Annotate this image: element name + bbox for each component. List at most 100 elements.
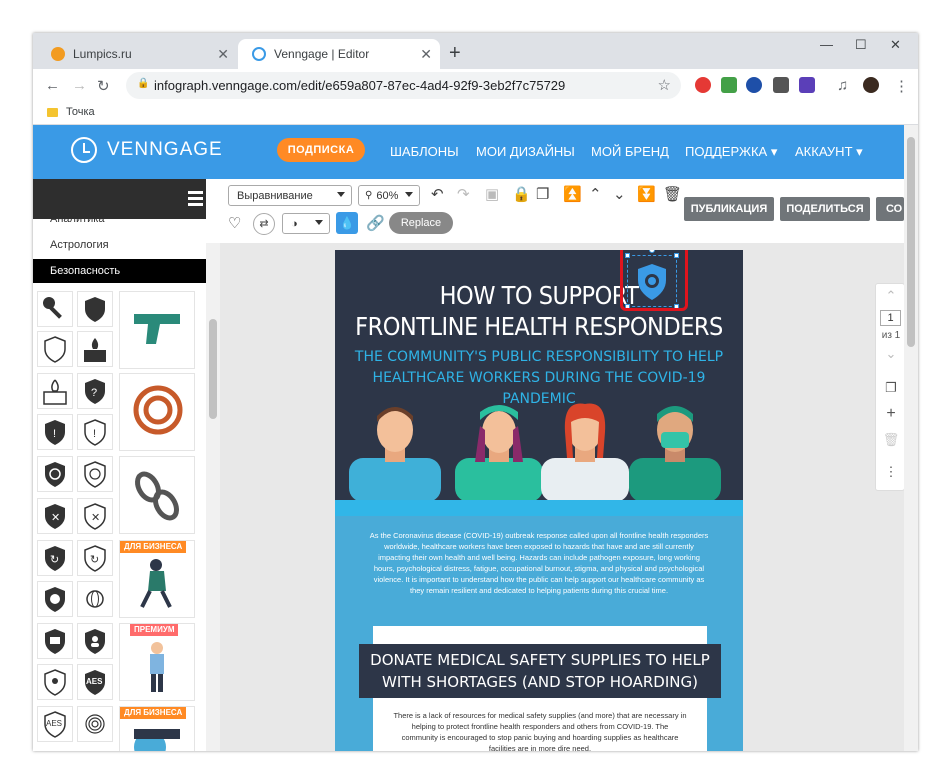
- shield-alert-outline-icon[interactable]: !: [77, 414, 113, 450]
- redo-icon[interactable]: ↷: [457, 185, 470, 203]
- link-icon[interactable]: 🔗: [366, 214, 385, 232]
- bring-to-front-icon[interactable]: ⏫: [563, 185, 582, 203]
- nav-my-designs[interactable]: МОИ ДИЗАЙНЫ: [476, 144, 575, 159]
- category-security[interactable]: Безопасность: [33, 259, 206, 283]
- globe-extension-icon[interactable]: [746, 77, 762, 93]
- media-icon[interactable]: ♫: [837, 77, 848, 94]
- globe-icon[interactable]: [77, 581, 113, 617]
- shield-user-icon[interactable]: [77, 623, 113, 659]
- swap-icon[interactable]: ⇄: [253, 213, 275, 235]
- move-down-icon[interactable]: ⌄: [613, 185, 626, 203]
- move-up-icon[interactable]: ⌃: [589, 185, 602, 203]
- minimize-icon[interactable]: —: [820, 37, 833, 52]
- nav-account[interactable]: АККАУНТ ▾: [795, 144, 863, 160]
- page-number-input[interactable]: 1: [880, 310, 901, 326]
- zoom-select[interactable]: ⚲ 60%: [358, 185, 420, 206]
- sidebar-scrollbar[interactable]: [206, 179, 220, 751]
- shield-block-icon[interactable]: [37, 456, 73, 492]
- pistol-icon[interactable]: [119, 291, 195, 369]
- shield-alert-icon[interactable]: !: [37, 414, 73, 450]
- bookmark-star-icon[interactable]: ☆: [658, 76, 671, 94]
- poster-banner[interactable]: DONATE MEDICAL SAFETY SUPPLIES TO HELP W…: [359, 644, 721, 698]
- avatar[interactable]: [863, 77, 879, 93]
- undo-icon[interactable]: ↶: [431, 185, 444, 203]
- security-screen-illustration[interactable]: ДЛЯ БИЗНЕСА: [119, 706, 195, 751]
- thief-illustration[interactable]: ДЛЯ БИЗНЕСА: [119, 540, 195, 618]
- send-to-back-icon[interactable]: ⏬: [637, 185, 656, 203]
- replace-button[interactable]: Replace: [389, 212, 453, 234]
- tab-venngage[interactable]: Venngage | Editor ✕: [238, 39, 440, 69]
- shield-aes-icon[interactable]: AES: [77, 664, 113, 700]
- fingerprint-icon[interactable]: [77, 706, 113, 742]
- shield-card-icon[interactable]: [37, 623, 73, 659]
- venngage-favicon-icon: [252, 47, 266, 61]
- lock-icon[interactable]: 🔒: [512, 185, 531, 203]
- heart-icon[interactable]: ♡: [228, 214, 241, 232]
- page-down-icon[interactable]: ⌄: [876, 346, 906, 362]
- category-analytics[interactable]: Аналитика: [33, 219, 206, 231]
- firewall-outline-icon[interactable]: [37, 373, 73, 409]
- share-button[interactable]: ПОДЕЛИТЬСЯ: [780, 197, 870, 221]
- shield-aes-outline-icon[interactable]: AES: [37, 706, 73, 742]
- forward-icon[interactable]: →: [72, 77, 87, 94]
- cube-extension-icon[interactable]: [773, 77, 789, 93]
- close-icon[interactable]: ✕: [420, 46, 432, 63]
- scroll-thumb[interactable]: [209, 319, 217, 419]
- tab-lumpics[interactable]: Lumpics.ru ✕: [37, 39, 237, 69]
- shield-refresh-outline-icon[interactable]: ↻: [77, 540, 113, 576]
- back-icon[interactable]: ←: [45, 77, 60, 94]
- more-button[interactable]: СО: [876, 197, 904, 221]
- venngage-logo[interactable]: VENNGAGE: [71, 137, 223, 163]
- copy-page-icon[interactable]: ❐: [876, 380, 906, 396]
- shield-x-outline-icon[interactable]: ✕: [77, 498, 113, 534]
- url-input[interactable]: 🔒 infograph.venngage.com/edit/e659a807-8…: [126, 72, 681, 99]
- new-tab-icon[interactable]: +: [449, 42, 461, 65]
- nav-templates[interactable]: ШАБЛОНЫ: [390, 144, 459, 159]
- page-scrollbar[interactable]: [904, 125, 918, 751]
- bookmark-item[interactable]: Точка: [47, 106, 95, 118]
- hamburger-icon[interactable]: [188, 191, 203, 194]
- color-drop-icon[interactable]: 💧: [336, 212, 358, 234]
- ad-extension-icon[interactable]: [799, 77, 815, 93]
- crop-icon[interactable]: ▣: [485, 185, 499, 203]
- fire-hose-icon[interactable]: [119, 373, 195, 451]
- shield-user-outline-icon[interactable]: [37, 664, 73, 700]
- adblock-extension-icon[interactable]: [695, 77, 711, 93]
- shield-refresh-icon[interactable]: ↻: [37, 540, 73, 576]
- shield-globe-icon[interactable]: [37, 581, 73, 617]
- maximize-icon[interactable]: ☐: [855, 37, 867, 53]
- subscribe-button[interactable]: ПОДПИСКА: [277, 138, 365, 162]
- contrast-select[interactable]: ◑: [282, 213, 330, 234]
- security-guard-illustration[interactable]: ПРЕМИУМ: [119, 623, 195, 701]
- shield-x-icon[interactable]: ✕: [37, 498, 73, 534]
- handcuffs-icon[interactable]: [119, 456, 195, 534]
- key-icon[interactable]: [37, 291, 73, 327]
- close-icon[interactable]: ✕: [217, 46, 229, 63]
- delete-page-icon[interactable]: 🗑: [876, 432, 906, 448]
- check-extension-icon[interactable]: [721, 77, 737, 93]
- page-up-icon[interactable]: ⌃: [876, 288, 906, 304]
- align-select[interactable]: Выравнивание: [228, 185, 352, 206]
- delete-icon[interactable]: 🗑: [663, 185, 682, 203]
- nav-support[interactable]: ПОДДЕРЖКА ▾: [685, 144, 777, 160]
- shield-block-outline-icon[interactable]: [77, 456, 113, 492]
- editor-canvas[interactable]: HOW TO SUPPORT FRONTLINE HEALTH RESPONDE…: [220, 243, 904, 751]
- scroll-thumb[interactable]: [907, 137, 915, 347]
- infographic-poster[interactable]: HOW TO SUPPORT FRONTLINE HEALTH RESPONDE…: [335, 250, 743, 751]
- category-astrology[interactable]: Астрология: [33, 233, 206, 257]
- shield-outline-icon[interactable]: [37, 331, 73, 367]
- add-page-icon[interactable]: +: [876, 405, 906, 423]
- shield-question-icon[interactable]: ?: [77, 373, 113, 409]
- shield-icon[interactable]: [77, 291, 113, 327]
- health-workers-illustration[interactable]: [335, 400, 743, 502]
- menu-icon[interactable]: ⋮: [894, 77, 909, 95]
- poster-intro-text[interactable]: As the Coronavirus disease (COVID-19) ou…: [369, 530, 709, 596]
- more-options-icon[interactable]: ⋮: [876, 464, 906, 480]
- nav-my-brand[interactable]: МОЙ БРЕНД: [591, 144, 669, 159]
- poster-card-text[interactable]: There is a lack of resources for medical…: [393, 710, 687, 751]
- reload-icon[interactable]: ↻: [97, 77, 110, 95]
- publish-button[interactable]: ПУБЛИКАЦИЯ: [684, 197, 774, 221]
- duplicate-icon[interactable]: ❐: [536, 185, 549, 203]
- firewall-icon[interactable]: [77, 331, 113, 367]
- close-window-icon[interactable]: ✕: [890, 37, 901, 53]
